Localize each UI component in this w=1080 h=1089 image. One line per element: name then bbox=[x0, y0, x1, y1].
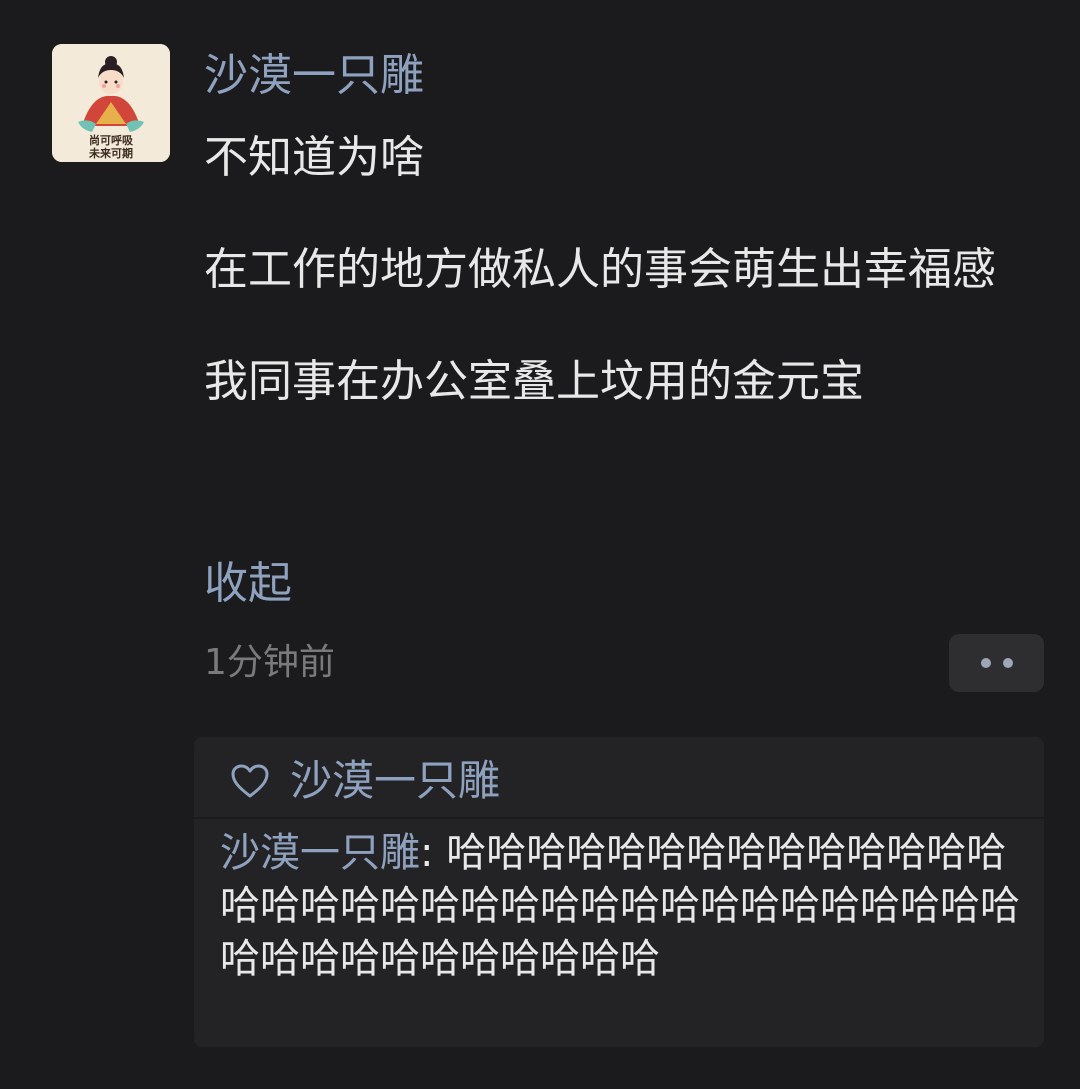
avatar-caption-line1: 尚可呼吸 bbox=[89, 134, 133, 147]
more-dots-icon-dot2 bbox=[1002, 658, 1013, 668]
avatar-caption-line2: 未来可期 bbox=[89, 147, 133, 160]
panel-divider bbox=[194, 817, 1044, 819]
comment-separator: : bbox=[420, 830, 447, 876]
likes-comments-panel: 沙漠一只雕 沙漠一只雕: 哈哈哈哈哈哈哈哈哈哈哈哈哈哈哈哈哈哈哈哈哈哈哈哈哈哈哈… bbox=[194, 737, 1044, 1047]
comment-item[interactable]: 沙漠一只雕: 哈哈哈哈哈哈哈哈哈哈哈哈哈哈哈哈哈哈哈哈哈哈哈哈哈哈哈哈哈哈哈哈哈… bbox=[220, 827, 1020, 986]
post-author-name[interactable]: 沙漠一只雕 bbox=[204, 46, 424, 106]
post-paragraph-3: 我同事在办公室叠上坟用的金元宝 bbox=[204, 356, 864, 407]
avatar[interactable]: 尚可呼吸 未来可期 bbox=[52, 44, 170, 162]
post-paragraph-2: 在工作的地方做私人的事会萌生出幸福感 bbox=[204, 244, 996, 295]
like-user-name[interactable]: 沙漠一只雕 bbox=[290, 751, 500, 811]
comment-author[interactable]: 沙漠一只雕 bbox=[220, 830, 420, 876]
likes-row: 沙漠一只雕 bbox=[230, 751, 500, 811]
collapse-link[interactable]: 收起 bbox=[204, 554, 292, 614]
post-paragraph-1: 不知道为啥 bbox=[204, 132, 424, 183]
more-options-button[interactable] bbox=[949, 634, 1044, 692]
post-body: 不知道为啥 在工作的地方做私人的事会萌生出幸福感 我同事在办公室叠上坟用的金元宝 bbox=[204, 130, 1044, 410]
more-dots-icon bbox=[980, 658, 991, 668]
post-timestamp: 1分钟前 bbox=[204, 642, 335, 683]
heart-icon bbox=[231, 764, 269, 798]
